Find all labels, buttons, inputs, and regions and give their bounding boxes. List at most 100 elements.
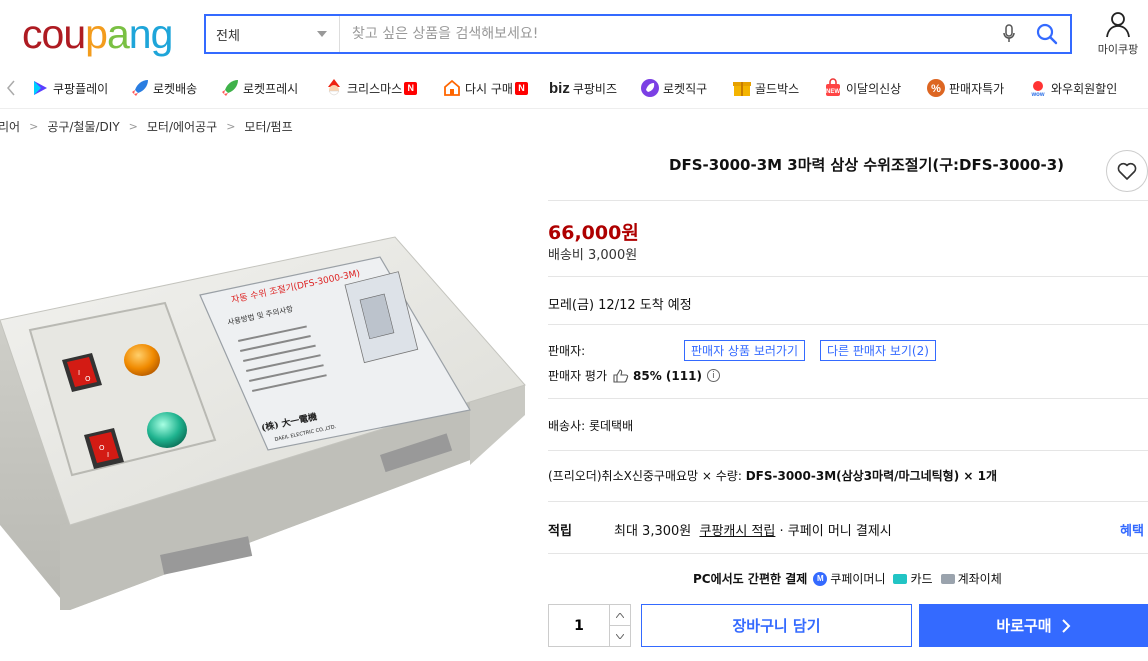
divider [548,501,1148,502]
pay-method-label: 쿠페이머니 [830,572,886,586]
seller-store-label: 판매자 상품 보러가기 [691,344,798,358]
divider [548,276,1148,277]
nav-item-label: 로켓배송 [153,81,198,96]
nav-item-rocket-fresh[interactable]: 로켓프레시 [220,78,298,98]
quantity-input[interactable] [549,605,609,646]
selected-option: (프리오더)취소X신중구매요망 × 수량: DFS-3000-3M(삼상3마력/… [548,467,997,484]
nav-item-coupang-play[interactable]: 쿠팡플레이 [30,78,108,98]
nav-item-coupang-biz[interactable]: biz 쿠팡비즈 [549,78,617,98]
breadcrumb: 리어 > 공구/철물/DIY > 모터/에어공구 > 모터/펌프 [0,118,293,135]
breadcrumb-item[interactable]: 리어 [0,118,20,135]
logo-letter: a [106,11,130,57]
santa-icon [324,78,344,98]
nav-item-label: 이달의신상 [846,81,902,96]
chevron-right-icon: > [128,120,138,133]
nav-item-christmas[interactable]: 크리스마스 N [324,78,418,98]
buy-now-button[interactable]: 바로구매 [919,604,1148,647]
svg-text:wow: wow [1031,92,1045,98]
logo-letter: o [41,11,65,57]
info-icon[interactable]: i [706,369,720,382]
quantity-stepper [548,604,631,647]
svg-text:I: I [107,451,109,459]
product-title: DFS-3000-3M 3마력 삼상 수위조절기(구:DFS-3000-3) [669,156,1065,174]
orange-indicator-lamp [124,344,160,376]
goldbox-icon [732,78,752,98]
microphone-icon[interactable] [994,16,1024,52]
new-bag-icon: NEW [823,78,843,98]
seller-rating-value: 85% (111) [633,368,702,383]
nav-item-label: 쿠팡플레이 [53,81,109,96]
search-icon[interactable] [1024,16,1070,52]
coupay-icon: M [813,571,828,586]
breadcrumb-item[interactable]: 모터/펌프 [244,118,292,135]
nav-item-rocket-global[interactable]: 로켓직구 [640,78,707,98]
logo-letter: c [22,11,42,57]
discount-icon: % [926,78,946,98]
logo-letter: g [150,11,174,57]
play-icon [30,78,50,98]
courier-info: 배송사: 롯데택배 [548,419,634,433]
card-icon [893,573,908,584]
svg-text:%: % [931,83,941,95]
new-badge: N [404,81,418,95]
rocket-fresh-icon [220,78,240,98]
nav-item-label: 판매자특가 [949,81,1005,96]
my-coupang-button[interactable]: 마이쿠팡 [1092,10,1144,57]
add-to-cart-button[interactable]: 장바구니 담기 [641,604,912,647]
heart-icon [1117,162,1137,180]
arrival-date: 모레(금) 12/12 도착 예정 [548,298,692,313]
coupang-logo[interactable]: coupang [22,10,174,58]
benefit-link[interactable]: 혜택 [1120,520,1144,539]
divider [548,200,1148,201]
reward-label: 적립 [548,524,572,539]
logo-letter: u [63,11,86,57]
nav-item-wow-discount[interactable]: wow 와우회원할인 [1028,78,1117,98]
nav-prev-arrow-icon[interactable] [0,80,22,96]
nav-item-label: 와우회원할인 [1051,81,1118,96]
coupang-cash-link[interactable]: 쿠팡캐시 적립 [700,524,776,539]
category-select[interactable]: 전체 [206,16,340,52]
divider [548,398,1148,399]
new-badge: N [514,81,528,95]
svg-text:I: I [78,369,80,377]
logo-letter: n [128,11,152,57]
pay-method-label: 계좌이체 [957,572,1002,586]
nav-item-label: 로켓프레시 [243,81,299,96]
add-to-cart-label: 장바구니 담기 [732,617,821,635]
seller-store-button[interactable]: 판매자 상품 보러가기 [684,340,805,361]
breadcrumb-item[interactable]: 모터/에어공구 [147,118,217,135]
favorite-button[interactable] [1106,150,1148,192]
global-icon [640,78,660,98]
category-nav: 쿠팡플레이 로켓배송 로켓프레시 크리스마스 N 다시 구매 N biz 쿠팡비… [0,72,1148,104]
nav-item-goldbox[interactable]: 골드박스 [732,78,799,98]
nav-item-rocket-delivery[interactable]: 로켓배송 [130,78,197,98]
pay-method-label: 카드 [910,572,933,586]
search-bar: 전체 [204,14,1072,54]
quantity-up-icon[interactable] [610,605,630,626]
chevron-right-icon [1061,618,1071,633]
nav-item-seller-deals[interactable]: % 판매자특가 [926,78,1004,98]
search-input[interactable] [340,16,994,52]
category-select-label: 전체 [216,28,240,44]
pay-method-card: 카드 [893,570,933,587]
option-prefix: (프리오더)취소X신중구매요망 × 수량: [548,469,746,483]
rocket-icon [130,78,150,98]
nav-divider [0,108,1148,109]
buy-now-label: 바로구매 [996,617,1052,635]
quantity-down-icon[interactable] [610,626,630,646]
product-image[interactable]: I O O I 자동 수위 조절기(DFS-3000-3M) 사용방법 및 주의… [0,225,535,615]
option-value: DFS-3000-3M(삼상3마력/마그네틱형) × 1개 [745,469,998,483]
chevron-right-icon: > [29,120,39,133]
bank-icon [940,573,955,584]
other-sellers-button[interactable]: 다른 판매자 보기(2) [820,340,936,361]
green-indicator-lamp [147,412,187,448]
nav-item-label: 다시 구매 [465,81,513,96]
breadcrumb-item[interactable]: 공구/철물/DIY [47,118,119,135]
svg-text:O: O [85,375,91,383]
seller-rating-label: 판매자 평가 [548,369,608,383]
nav-item-new-arrivals[interactable]: NEW 이달의신상 [823,78,901,98]
svg-text:NEW: NEW [826,89,840,95]
chevron-down-icon [317,31,327,37]
nav-item-reorder[interactable]: 다시 구매 N [442,78,528,98]
divider [548,450,1148,451]
